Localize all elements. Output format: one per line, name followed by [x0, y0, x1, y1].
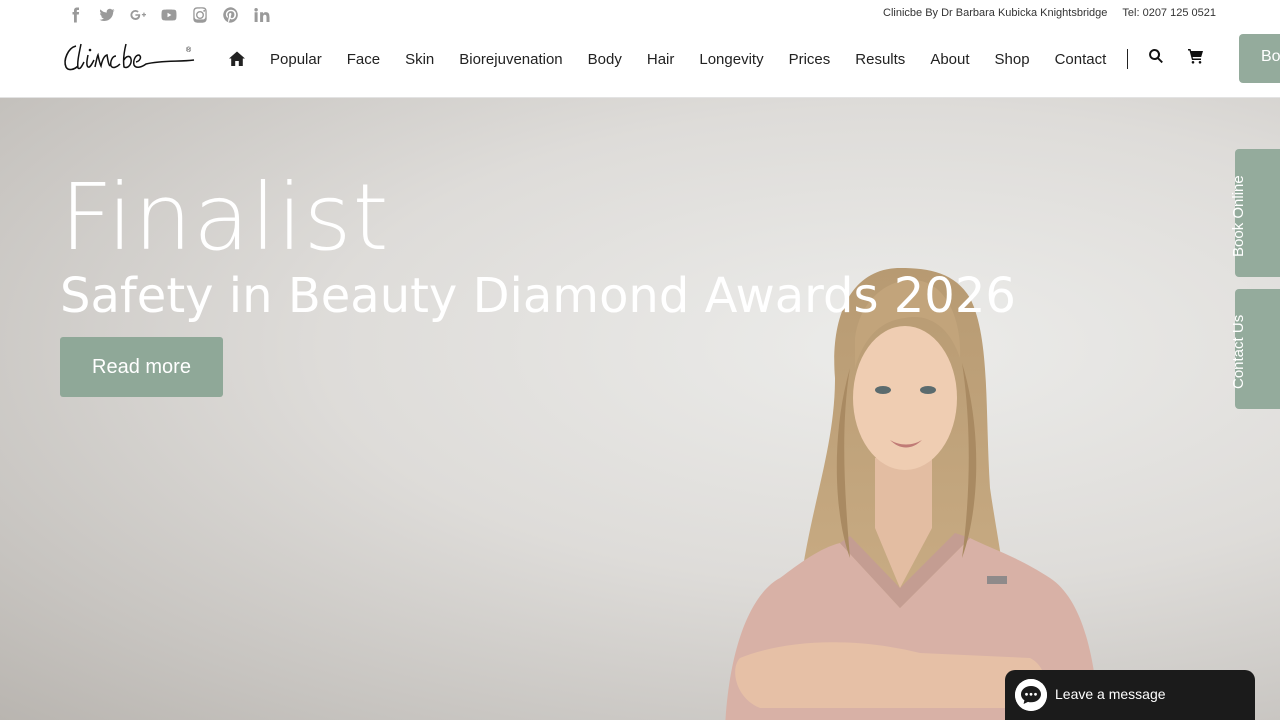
home-icon[interactable]: [228, 50, 246, 68]
nav-biorejuvenation[interactable]: Biorejuvenation: [459, 51, 562, 68]
search-icon[interactable]: [1148, 48, 1164, 64]
chat-widget[interactable]: Leave a message: [1005, 670, 1255, 720]
twitter-icon[interactable]: [91, 5, 122, 25]
main-header: ® Popular Face Skin Biorejuvenation Body…: [0, 30, 1280, 98]
nav-longevity[interactable]: Longevity: [699, 51, 763, 68]
book-online-label: Book Online: [1230, 175, 1247, 257]
hero-title: Finalist: [60, 164, 390, 271]
clinicbe-logo[interactable]: ®: [62, 40, 196, 74]
cart-icon[interactable]: [1188, 48, 1204, 64]
contact-us-label: Contact Us: [1230, 314, 1247, 389]
social-links: [60, 5, 277, 25]
facebook-icon[interactable]: [60, 5, 91, 25]
linkedin-icon[interactable]: [246, 5, 277, 25]
chat-bubble-icon: [1015, 679, 1047, 711]
book-button[interactable]: Book: [1239, 34, 1280, 83]
nav-prices[interactable]: Prices: [789, 51, 831, 68]
google-plus-icon[interactable]: [122, 5, 153, 25]
hero-subtitle: Safety in Beauty Diamond Awards 2026: [60, 268, 1016, 324]
nav-face[interactable]: Face: [347, 51, 380, 68]
top-bar: Clinicbe By Dr Barbara Kubicka Knightsbr…: [0, 0, 1280, 30]
nav-hair[interactable]: Hair: [647, 51, 675, 68]
youtube-icon[interactable]: [153, 5, 184, 25]
hero-section: Finalist Safety in Beauty Diamond Awards…: [0, 98, 1280, 720]
nav-popular[interactable]: Popular: [270, 51, 322, 68]
contact-us-tab[interactable]: Contact Us: [1230, 289, 1280, 409]
book-online-tab[interactable]: Book Online: [1230, 149, 1280, 277]
nav-shop[interactable]: Shop: [995, 51, 1030, 68]
phone-number[interactable]: Tel: 0207 125 0521: [1122, 7, 1216, 19]
nav-body[interactable]: Body: [588, 51, 622, 68]
nav-results[interactable]: Results: [855, 51, 905, 68]
read-more-button[interactable]: Read more: [60, 337, 223, 397]
nav-divider: [1127, 49, 1129, 69]
main-nav: Popular Face Skin Biorejuvenation Body H…: [228, 48, 1228, 70]
instagram-icon[interactable]: [184, 5, 215, 25]
nav-skin[interactable]: Skin: [405, 51, 434, 68]
hero-portrait-image: [725, 268, 1100, 720]
top-info: Clinicbe By Dr Barbara Kubicka Knightsbr…: [883, 7, 1216, 19]
nav-about[interactable]: About: [930, 51, 969, 68]
svg-text:®: ®: [186, 46, 192, 54]
nav-contact[interactable]: Contact: [1055, 51, 1107, 68]
pinterest-icon[interactable]: [215, 5, 246, 25]
chat-label: Leave a message: [1055, 686, 1166, 702]
clinic-name[interactable]: Clinicbe By Dr Barbara Kubicka Knightsbr…: [883, 7, 1107, 19]
